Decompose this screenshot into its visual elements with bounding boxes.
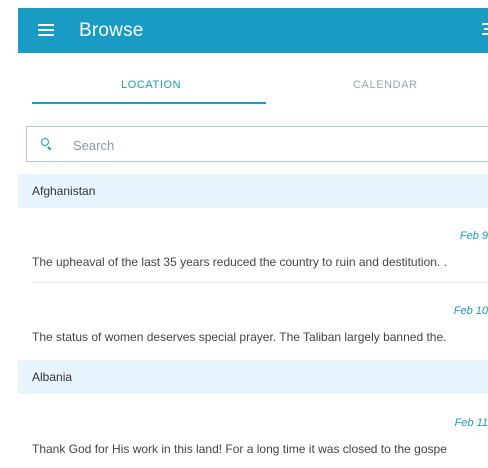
tab-calendar[interactable]: CALENDAR: [353, 79, 418, 91]
active-tab-indicator: [32, 102, 266, 104]
list-item[interactable]: Feb 9 The upheaval of the last 35 years …: [18, 222, 488, 282]
hamburger-menu-icon[interactable]: [38, 24, 54, 37]
tab-location[interactable]: LOCATION: [121, 79, 181, 91]
list-item[interactable]: Feb 10 The status of women deserves spec…: [18, 296, 488, 356]
section-header-afghanistan: Afghanistan: [18, 174, 488, 208]
entry-text: The status of women deserves special pra…: [32, 330, 447, 344]
left-edge: [0, 0, 18, 459]
entry-date: Feb 11: [454, 417, 488, 429]
search-bar[interactable]: [26, 126, 488, 162]
entry-date: Feb 9: [459, 230, 488, 242]
entry-text: The upheaval of the last 35 years reduce…: [32, 255, 447, 269]
app-bar: Browse: [18, 8, 488, 53]
list-item[interactable]: Feb 11 Thank God for His work in this la…: [18, 408, 488, 468]
filter-icon[interactable]: [480, 23, 488, 37]
section-header-albania: Albania: [18, 360, 488, 394]
tab-bar: LOCATION CALENDAR: [18, 53, 488, 108]
divider: [32, 282, 488, 283]
search-icon: [41, 138, 52, 151]
page-title: Browse: [79, 20, 144, 41]
entry-text: Thank God for His work in this land! For…: [32, 442, 447, 456]
entry-date: Feb 10: [453, 305, 488, 317]
search-input[interactable]: [71, 134, 485, 156]
